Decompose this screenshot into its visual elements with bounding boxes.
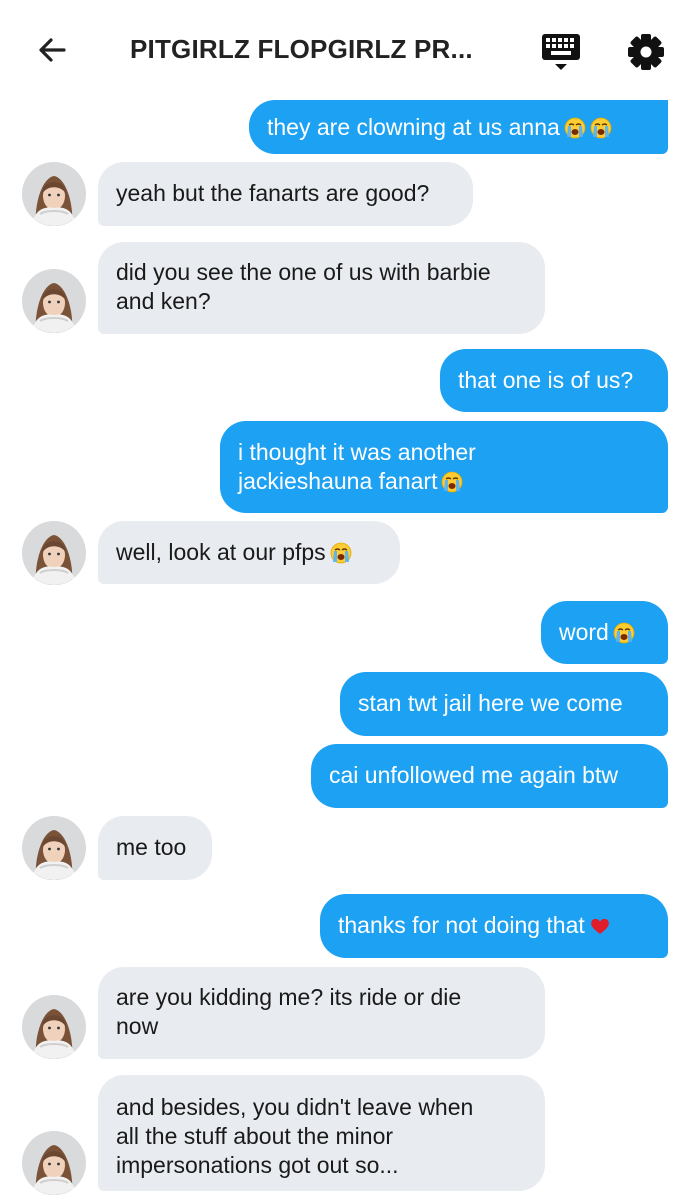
message-bubble-incoming[interactable]: did you see the one of us with barbie an… xyxy=(98,242,545,334)
avatar[interactable] xyxy=(22,816,86,880)
loudly-crying-face-emoji xyxy=(590,117,612,139)
message-bubble-outgoing[interactable]: stan twt jail here we come xyxy=(340,672,668,736)
message-text: cai unfollowed me again btw xyxy=(329,762,618,788)
message-bubble-outgoing[interactable]: i thought it was another jackieshauna fa… xyxy=(220,421,668,513)
message-text: they are clowning at us anna xyxy=(267,114,560,140)
message-line: and ken? xyxy=(116,288,211,314)
message-text: thanks for not doing that xyxy=(338,912,585,938)
message-text: word xyxy=(559,619,609,645)
message-bubble-incoming[interactable]: are you kidding me? its ride or die now xyxy=(98,967,545,1059)
message-line: are you kidding me? its ride or die xyxy=(116,984,462,1010)
message-line: i thought it was another xyxy=(238,439,476,465)
message-text: yeah but the fanarts are good? xyxy=(116,180,430,206)
message-bubble-outgoing[interactable]: cai unfollowed me again btw xyxy=(311,744,668,808)
message-bubble-incoming[interactable]: me too xyxy=(98,816,212,880)
gear-icon xyxy=(628,34,664,70)
message-bubble-incoming[interactable]: and besides, you didn't leave when all t… xyxy=(98,1075,545,1191)
red-heart-emoji xyxy=(589,915,611,937)
message-line: all the stuff about the minor xyxy=(116,1123,394,1149)
chat-header: PITGIRLZ FLOPGIRLZ PR... xyxy=(0,0,689,100)
keyboard-button[interactable] xyxy=(536,28,586,78)
message-bubble-outgoing[interactable]: word xyxy=(541,601,668,664)
message-line: impersonations got out so... xyxy=(116,1152,399,1178)
message-bubble-incoming[interactable]: well, look at our pfps xyxy=(98,521,400,584)
avatar[interactable] xyxy=(22,1131,86,1195)
message-bubble-outgoing[interactable]: thanks for not doing that xyxy=(320,894,668,958)
loudly-crying-face-emoji xyxy=(330,542,352,564)
loudly-crying-face-emoji xyxy=(441,471,463,493)
avatar[interactable] xyxy=(22,521,86,585)
message-line: now xyxy=(116,1013,159,1039)
message-line: jackieshauna fanart xyxy=(238,468,438,494)
avatar[interactable] xyxy=(22,162,86,226)
avatar[interactable] xyxy=(22,269,86,333)
message-line: did you see the one of us with barbie xyxy=(116,259,491,285)
arrow-left-icon xyxy=(39,38,66,62)
loudly-crying-face-emoji xyxy=(564,117,586,139)
message-text: me too xyxy=(116,834,187,860)
message-bubble-outgoing[interactable]: they are clowning at us anna xyxy=(249,100,668,154)
message-bubble-incoming[interactable]: yeah but the fanarts are good? xyxy=(98,162,473,226)
message-text: stan twt jail here we come xyxy=(358,690,623,716)
conversation-title: PITGIRLZ FLOPGIRLZ PR... xyxy=(130,34,473,64)
avatar[interactable] xyxy=(22,995,86,1059)
message-bubble-outgoing[interactable]: that one is of us? xyxy=(440,349,668,412)
keyboard-icon xyxy=(542,34,580,70)
back-button[interactable] xyxy=(24,22,80,78)
loudly-crying-face-emoji xyxy=(613,622,635,644)
message-text: well, look at our pfps xyxy=(116,539,326,565)
settings-button[interactable] xyxy=(620,26,672,78)
message-text: that one is of us? xyxy=(458,367,634,393)
message-line: and besides, you didn't leave when xyxy=(116,1094,474,1120)
